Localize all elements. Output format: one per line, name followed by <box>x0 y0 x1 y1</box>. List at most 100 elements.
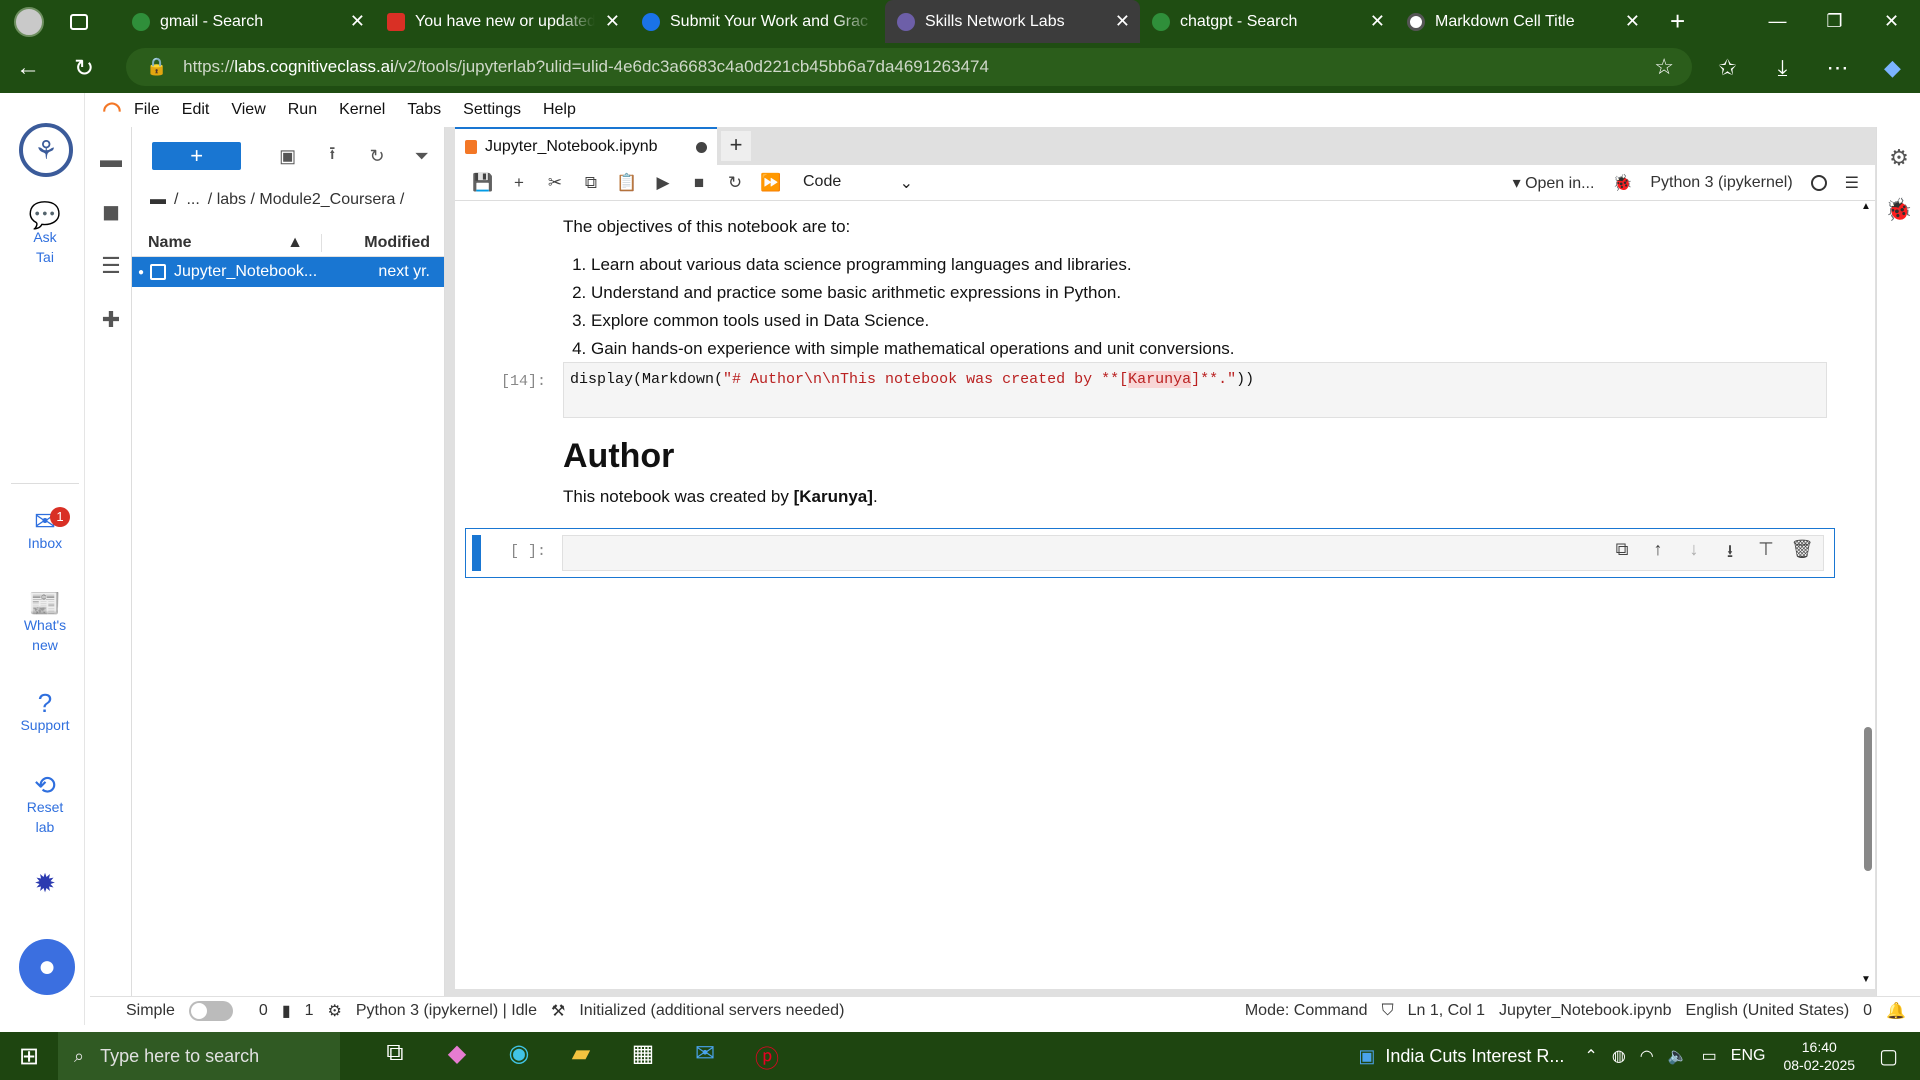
close-tab-icon[interactable]: ✕ <box>350 11 365 32</box>
menu-file[interactable]: File <box>134 101 160 119</box>
insert-below-icon[interactable]: ⊤ <box>1754 539 1778 569</box>
copy-icon[interactable]: ⧉ <box>573 173 609 193</box>
crumb-more[interactable]: ... <box>186 191 199 209</box>
simple-mode-toggle[interactable] <box>188 1001 233 1021</box>
refresh-files-icon[interactable]: ↻ <box>355 146 400 167</box>
notebook-tab[interactable]: Jupyter_Notebook.ipynb <box>455 127 717 165</box>
paste-icon[interactable]: 📋 <box>609 173 645 193</box>
clock[interactable]: 16:40 08-02-2025 <box>1783 1038 1855 1074</box>
favorites-icon[interactable]: ✩ <box>1700 55 1755 81</box>
ask-tai-button[interactable]: 💬 Ask Tai <box>5 202 85 267</box>
code-cell-input[interactable]: display(Markdown("# Author\n\nThis noteb… <box>563 362 1827 418</box>
add-tab-button[interactable]: + <box>721 131 751 161</box>
close-window-icon[interactable]: ✕ <box>1863 11 1920 32</box>
file-explorer-icon[interactable]: ▰ <box>550 1039 612 1074</box>
scroll-down-icon[interactable]: ▼ <box>1861 974 1871 985</box>
upload-icon[interactable]: ⭱ <box>310 141 355 171</box>
browser-tab-0[interactable]: gmail - Search ✕ <box>120 0 375 43</box>
folder-home-icon[interactable]: ▬ <box>150 191 166 209</box>
scrollbar-thumb[interactable] <box>1864 727 1872 871</box>
skills-network-logo[interactable]: ⚘ <box>19 123 73 177</box>
favorite-star-icon[interactable]: ☆ <box>1654 54 1674 80</box>
new-launcher-button[interactable]: + <box>152 142 242 170</box>
menu-run[interactable]: Run <box>288 101 317 119</box>
debugger-panel-icon[interactable]: 🐞 <box>1877 197 1920 223</box>
menu-icon[interactable]: ☰ <box>1845 173 1859 193</box>
restart-icon[interactable]: ↻ <box>717 173 753 193</box>
user-avatar[interactable]: ● <box>19 939 75 995</box>
inbox-button[interactable]: ✉ 1 Inbox <box>5 507 85 553</box>
close-tab-icon[interactable]: ✕ <box>1370 11 1385 32</box>
close-tab-icon[interactable]: ✕ <box>1115 11 1130 32</box>
delete-icon[interactable]: 🗑 <box>1790 539 1814 569</box>
reset-lab-button[interactable]: ⟲ Reset lab <box>5 772 85 837</box>
extensions-icon[interactable]: ✚ <box>90 307 132 333</box>
kernel-name[interactable]: Python 3 (ipykernel) <box>1650 174 1792 192</box>
run-icon[interactable]: ▶ <box>645 173 681 193</box>
active-empty-cell[interactable]: [ ]: ⧉ ↑ ↓ ⭳ ⊤ 🗑 <box>465 528 1835 578</box>
kernel-status[interactable]: Python 3 (ipykernel) | Idle <box>356 1002 537 1020</box>
restore-icon[interactable]: ❐ <box>1806 11 1863 32</box>
copilot-app-icon[interactable]: ◆ <box>426 1039 488 1074</box>
move-down-icon[interactable]: ↓ <box>1682 539 1706 569</box>
minimize-icon[interactable]: — <box>1749 11 1806 32</box>
browser-tab-5[interactable]: Markdown Cell Title ✕ <box>1395 0 1650 43</box>
browser-tab-3[interactable]: Skills Network Labs ✕ <box>885 0 1140 43</box>
url-field[interactable]: 🔒 https://labs.cognitiveclass.ai/v2/tool… <box>126 48 1692 86</box>
edge-icon[interactable]: ◉ <box>488 1039 550 1074</box>
whats-new-button[interactable]: 📰 What's new <box>5 590 85 655</box>
profile-avatar[interactable] <box>14 6 44 37</box>
menu-view[interactable]: View <box>231 101 265 119</box>
toc-icon[interactable]: ☰ <box>90 253 132 279</box>
save-icon[interactable]: 💾 <box>465 173 501 193</box>
browser-tab-2[interactable]: Submit Your Work and Grac <box>630 0 885 43</box>
theme-toggle[interactable]: ✹ <box>5 870 85 896</box>
support-button[interactable]: ? Support <box>5 690 85 735</box>
file-row[interactable]: ● Jupyter_Notebook... next yr. <box>132 257 444 287</box>
taskbar-search[interactable]: ⌕ Type here to search <box>58 1032 340 1080</box>
scroll-up-icon[interactable]: ▲ <box>1861 201 1871 212</box>
news-widget[interactable]: ▣ India Cuts Interest R... <box>1358 1046 1564 1067</box>
filter-icon[interactable]: ⏷ <box>399 146 444 167</box>
mail-icon[interactable]: ✉ <box>674 1039 736 1074</box>
menu-kernel[interactable]: Kernel <box>339 101 385 119</box>
battery-icon[interactable]: ▭ <box>1702 1046 1717 1066</box>
copilot-icon[interactable]: ◆ <box>1865 55 1920 81</box>
close-tab-icon[interactable]: ✕ <box>1625 11 1640 32</box>
browser-tab-1[interactable]: You have new or updated g ✕ <box>375 0 630 43</box>
chevron-up-icon[interactable]: ⌃ <box>1584 1046 1597 1066</box>
back-icon[interactable]: ← <box>0 54 56 82</box>
debugger-icon[interactable]: 🐞 <box>1612 173 1632 193</box>
network-icon[interactable]: ◍ <box>1612 1046 1626 1066</box>
lock-icon[interactable]: 🔒 <box>146 57 167 77</box>
notification-count[interactable]: 0 <box>1863 1002 1872 1020</box>
task-view-icon[interactable]: ⧉ <box>364 1039 426 1074</box>
column-modified[interactable]: Modified <box>322 234 444 252</box>
unsaved-dot-icon[interactable] <box>696 141 707 153</box>
bell-icon[interactable]: 🔔 <box>1886 1001 1906 1021</box>
folder-icon[interactable]: ▬ <box>90 147 132 173</box>
insert-above-icon[interactable]: ⭳ <box>1718 539 1742 569</box>
input-language[interactable]: ENG <box>1731 1047 1766 1065</box>
trusted-icon[interactable]: ⛉ <box>1382 1002 1394 1020</box>
refresh-icon[interactable]: ↻ <box>56 54 112 83</box>
property-inspector-icon[interactable]: ⚙ <box>1877 145 1920 171</box>
menu-edit[interactable]: Edit <box>182 101 210 119</box>
volume-icon[interactable]: 🔈 <box>1668 1046 1688 1066</box>
column-name[interactable]: Name ▲ <box>132 233 322 252</box>
kernel-count[interactable]: 1 <box>305 1002 314 1020</box>
new-folder-icon[interactable]: ▣ <box>265 146 310 167</box>
close-tab-icon[interactable]: ✕ <box>605 11 620 32</box>
menu-help[interactable]: Help <box>543 101 576 119</box>
downloads-icon[interactable]: ⤓ <box>1755 55 1810 81</box>
menu-settings[interactable]: Settings <box>463 101 521 119</box>
windows-start-icon[interactable]: ⊞ <box>0 1042 58 1071</box>
stop-icon[interactable]: ■ <box>681 173 717 193</box>
open-in-button[interactable]: ▾ Open in... <box>1513 173 1595 193</box>
cursor-position[interactable]: Ln 1, Col 1 <box>1408 1002 1485 1020</box>
move-up-icon[interactable]: ↑ <box>1646 539 1670 569</box>
more-menu-icon[interactable]: ⋯ <box>1810 55 1865 81</box>
duplicate-icon[interactable]: ⧉ <box>1610 539 1634 569</box>
terminal-count[interactable]: 0 <box>259 1002 268 1020</box>
pinterest-icon[interactable]: ⓟ <box>736 1039 798 1074</box>
